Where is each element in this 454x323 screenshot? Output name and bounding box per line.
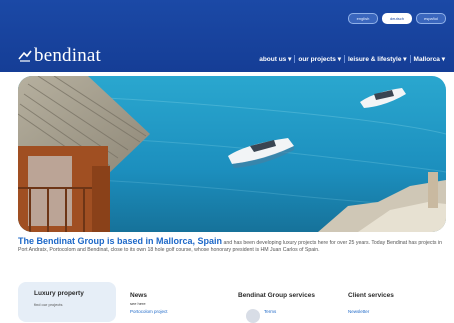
brand-name: bendinat bbox=[34, 45, 102, 66]
client-services-link[interactable]: Newsletter bbox=[348, 309, 369, 314]
nav-mallorca[interactable]: Mallorca ▾ bbox=[409, 55, 448, 63]
lang-button-english[interactable]: english bbox=[348, 13, 378, 24]
bottom-section: Luxury property find our projects News s… bbox=[18, 282, 446, 323]
news-sub[interactable]: see here bbox=[130, 301, 146, 306]
nav-leisure-lifestyle[interactable]: leisure & lifestyle ▾ bbox=[344, 55, 410, 63]
card-title: Luxury property bbox=[34, 290, 84, 297]
lang-button-deutsch[interactable]: deutsch bbox=[382, 13, 412, 24]
brand-logo[interactable]: bendinat bbox=[18, 45, 101, 67]
luxury-property-card[interactable]: Luxury property find our projects bbox=[18, 282, 116, 322]
services-icon bbox=[246, 309, 260, 323]
intro-title: The Bendinat Group is based in Mallorca,… bbox=[18, 236, 223, 246]
hero-image bbox=[18, 76, 446, 232]
card-subtitle[interactable]: find our projects bbox=[34, 302, 62, 307]
nav-about-us[interactable]: about us ▾ bbox=[256, 55, 294, 63]
intro-paragraph: The Bendinat Group is based in Mallorca,… bbox=[18, 236, 446, 253]
services-link[interactable]: Terms bbox=[264, 309, 276, 314]
lang-button-espanol[interactable]: español bbox=[416, 13, 446, 24]
nav-our-projects[interactable]: our projects ▾ bbox=[294, 55, 344, 63]
hero-sea-photo bbox=[18, 76, 446, 232]
news-link[interactable]: Portocolom project bbox=[130, 309, 168, 314]
client-services-title: Client services bbox=[348, 292, 394, 299]
main-nav: about us ▾ our projects ▾ leisure & life… bbox=[256, 55, 448, 63]
news-title: News bbox=[130, 292, 147, 299]
logo-icon bbox=[18, 50, 32, 62]
site-header: english deutsch español bendinat about u… bbox=[0, 0, 454, 72]
services-title: Bendinat Group services bbox=[238, 292, 315, 299]
